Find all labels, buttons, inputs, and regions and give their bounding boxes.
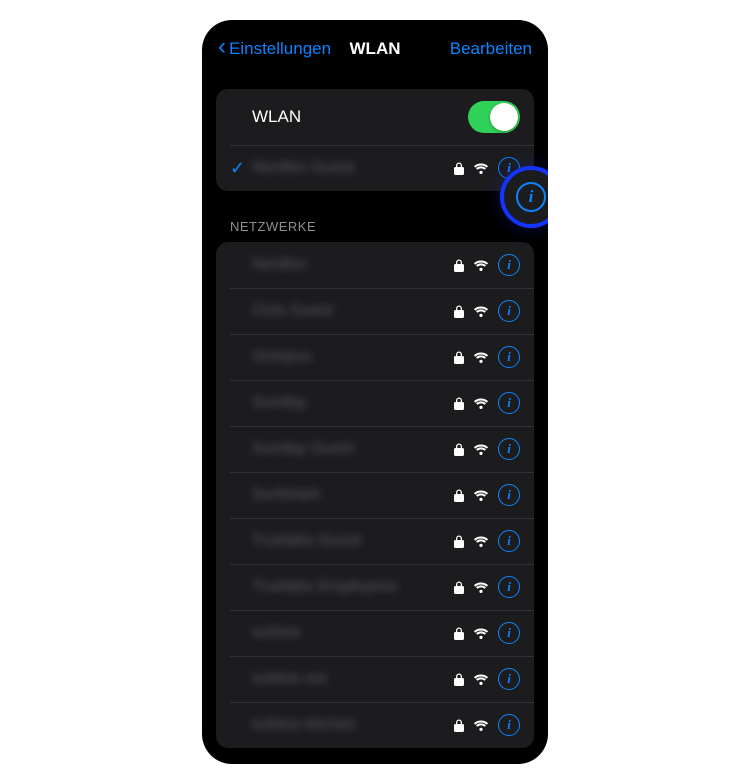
- network-row[interactable]: Truelabs Guest i: [216, 518, 534, 564]
- lock-icon: [454, 397, 464, 410]
- wifi-icon: [473, 719, 489, 731]
- lock-icon: [454, 673, 464, 686]
- network-row[interactable]: Sunday Guest i: [216, 426, 534, 472]
- chevron-left-icon: ‹: [218, 35, 226, 59]
- page-title: WLAN: [350, 39, 401, 59]
- network-row[interactable]: Octopus i: [216, 334, 534, 380]
- network-name: Sunday: [252, 394, 454, 412]
- wifi-icon: [473, 351, 489, 363]
- info-icon: i: [516, 182, 546, 212]
- network-name: Octopus: [252, 348, 454, 366]
- wifi-icon: [473, 305, 489, 317]
- network-name: Octo Guest: [252, 302, 454, 320]
- lock-icon: [454, 162, 464, 175]
- network-name: Truelabs Guest: [252, 532, 454, 550]
- networks-section-label: NETZWERKE: [202, 191, 548, 242]
- back-label: Einstellungen: [229, 39, 331, 59]
- network-name: turbine kitchen: [252, 716, 454, 734]
- info-icon[interactable]: i: [498, 576, 520, 598]
- wlan-label: WLAN: [252, 107, 468, 127]
- lock-icon: [454, 259, 464, 272]
- network-status-icons: i: [454, 254, 520, 276]
- network-row[interactable]: Nerdloc i: [216, 242, 534, 288]
- network-status-icons: i: [454, 668, 520, 690]
- lock-icon: [454, 443, 464, 456]
- network-status-icons: i: [454, 438, 520, 460]
- network-status-icons: i: [454, 576, 520, 598]
- network-row[interactable]: Octo Guest i: [216, 288, 534, 334]
- wifi-icon: [473, 397, 489, 409]
- connected-network-row[interactable]: ✓ Nerdloc Guest i: [216, 145, 534, 191]
- network-name: Sunday Guest: [252, 440, 454, 458]
- phone-frame: ‹ Einstellungen WLAN Bearbeiten WLAN ✓ N…: [202, 20, 548, 764]
- connected-network-name: Nerdloc Guest: [252, 159, 454, 177]
- lock-icon: [454, 351, 464, 364]
- lock-icon: [454, 489, 464, 502]
- networks-list: NerdlociOcto GuestiOctopusiSundayiSunday…: [216, 242, 534, 748]
- lock-icon: [454, 627, 464, 640]
- wifi-icon: [473, 627, 489, 639]
- edit-button[interactable]: Bearbeiten: [450, 39, 532, 59]
- back-button[interactable]: ‹ Einstellungen: [218, 38, 331, 59]
- info-icon[interactable]: i: [498, 254, 520, 276]
- network-row[interactable]: Truelabs Employees i: [216, 564, 534, 610]
- lock-icon: [454, 305, 464, 318]
- wifi-icon: [473, 535, 489, 547]
- network-name: turbine ext: [252, 670, 454, 688]
- lock-icon: [454, 719, 464, 732]
- check-icon: ✓: [230, 158, 252, 179]
- wlan-group: WLAN ✓ Nerdloc Guest i: [216, 89, 534, 191]
- wifi-icon: [473, 162, 489, 174]
- network-status-icons: i: [454, 622, 520, 644]
- info-icon[interactable]: i: [498, 668, 520, 690]
- bottom-fade: [202, 748, 548, 764]
- info-icon[interactable]: i: [498, 530, 520, 552]
- network-status-icons: i: [454, 392, 520, 414]
- network-row[interactable]: turbine ext i: [216, 656, 534, 702]
- wlan-toggle-row: WLAN: [216, 89, 534, 145]
- wifi-icon: [473, 581, 489, 593]
- wifi-icon: [473, 489, 489, 501]
- network-status-icons: i: [454, 714, 520, 736]
- wlan-toggle[interactable]: [468, 101, 520, 133]
- wifi-icon: [473, 259, 489, 271]
- info-icon[interactable]: i: [498, 622, 520, 644]
- info-icon[interactable]: i: [498, 392, 520, 414]
- lock-icon: [454, 581, 464, 594]
- network-name: Surfshark: [252, 486, 454, 504]
- network-name: Truelabs Employees: [252, 578, 454, 596]
- network-row[interactable]: Surfshark i: [216, 472, 534, 518]
- network-status-icons: i: [454, 346, 520, 368]
- info-icon[interactable]: i: [498, 438, 520, 460]
- network-name: Nerdloc: [252, 256, 454, 274]
- lock-icon: [454, 535, 464, 548]
- info-icon[interactable]: i: [498, 714, 520, 736]
- network-row[interactable]: turbine i: [216, 610, 534, 656]
- info-icon[interactable]: i: [498, 484, 520, 506]
- network-row[interactable]: turbine kitchen i: [216, 702, 534, 748]
- network-status-icons: i: [454, 484, 520, 506]
- network-status-icons: i: [454, 300, 520, 322]
- wifi-icon: [473, 443, 489, 455]
- network-name: turbine: [252, 624, 454, 642]
- navbar: ‹ Einstellungen WLAN Bearbeiten: [202, 20, 548, 73]
- wifi-icon: [473, 673, 489, 685]
- info-icon[interactable]: i: [498, 346, 520, 368]
- network-status-icons: i: [454, 530, 520, 552]
- network-row[interactable]: Sunday i: [216, 380, 534, 426]
- info-icon[interactable]: i: [498, 300, 520, 322]
